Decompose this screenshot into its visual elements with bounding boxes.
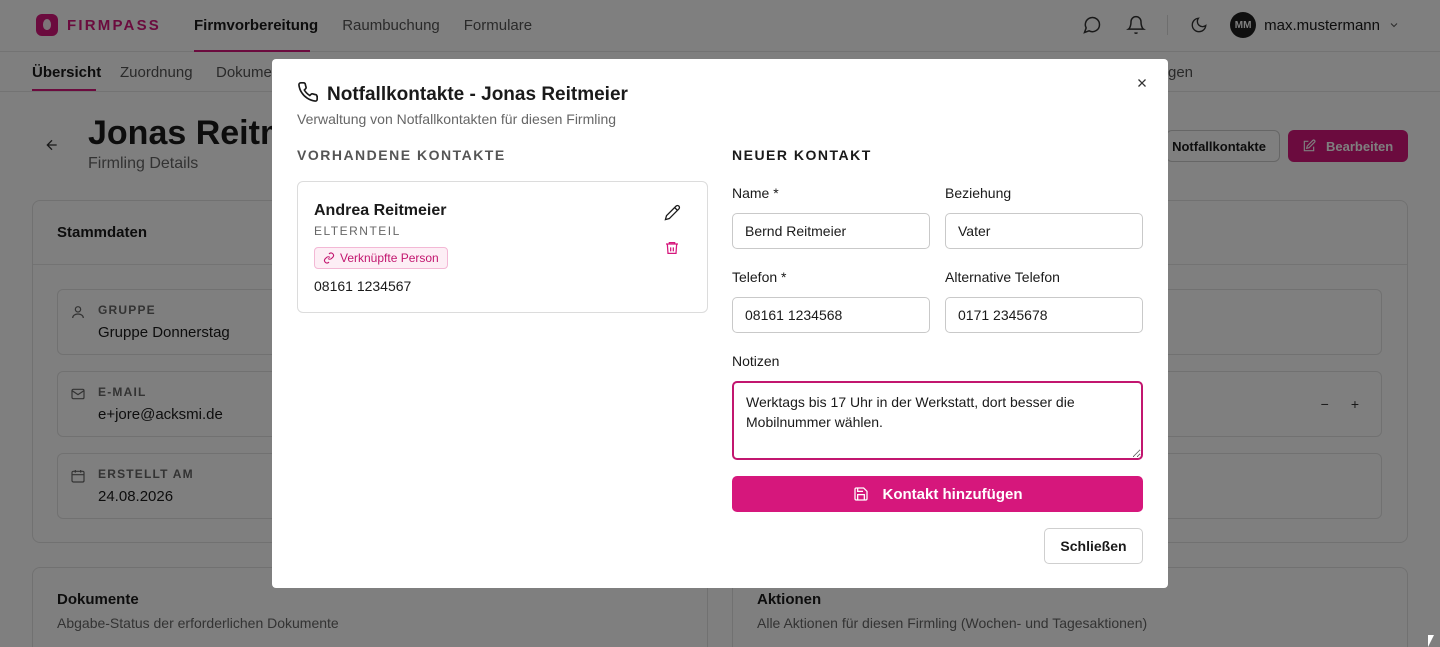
alt-phone-label: Alternative Telefon	[945, 269, 1060, 285]
linked-person-badge: Verknüpfte Person	[314, 247, 448, 269]
alt-phone-input[interactable]	[945, 297, 1143, 333]
close-dialog-button[interactable]: Schließen	[1044, 528, 1143, 564]
existing-contacts-heading: VORHANDENE KONTAKTE	[297, 147, 506, 163]
save-icon	[853, 487, 868, 501]
contact-card: Andrea Reitmeier ELTERNTEIL Verknüpfte P…	[297, 181, 708, 313]
emergency-contacts-dialog: Notfallkontakte - Jonas Reitmeier Verwal…	[272, 59, 1168, 588]
add-contact-label: Kontakt hinzufügen	[882, 485, 1023, 503]
relation-input[interactable]	[945, 213, 1143, 249]
phone-icon	[297, 81, 319, 108]
close-icon[interactable]	[1132, 73, 1152, 93]
contact-relation: ELTERNTEIL	[314, 224, 401, 238]
link-icon	[323, 252, 335, 264]
contact-phone: 08161 1234567	[314, 278, 412, 294]
phone-input[interactable]	[732, 297, 930, 333]
new-contact-heading: NEUER KONTAKT	[732, 147, 872, 163]
dialog-subtitle: Verwaltung von Notfallkontakten für dies…	[297, 111, 617, 127]
dialog-title: Notfallkontakte - Jonas Reitmeier	[297, 81, 628, 108]
add-contact-button[interactable]: Kontakt hinzufügen	[732, 476, 1143, 512]
phone-label: Telefon *	[732, 269, 787, 285]
dialog-title-text: Notfallkontakte - Jonas Reitmeier	[327, 83, 628, 105]
name-input[interactable]	[732, 213, 930, 249]
notes-textarea[interactable]: Werktags bis 17 Uhr in der Werkstatt, do…	[732, 381, 1143, 460]
mouse-cursor	[1428, 635, 1434, 647]
trash-icon[interactable]	[664, 240, 680, 261]
pencil-icon[interactable]	[664, 204, 681, 226]
contact-name: Andrea Reitmeier	[314, 202, 447, 219]
name-label: Name *	[732, 185, 779, 201]
badge-label: Verknüpfte Person	[340, 251, 439, 265]
relation-label: Beziehung	[945, 185, 1012, 201]
notes-label: Notizen	[732, 353, 780, 369]
